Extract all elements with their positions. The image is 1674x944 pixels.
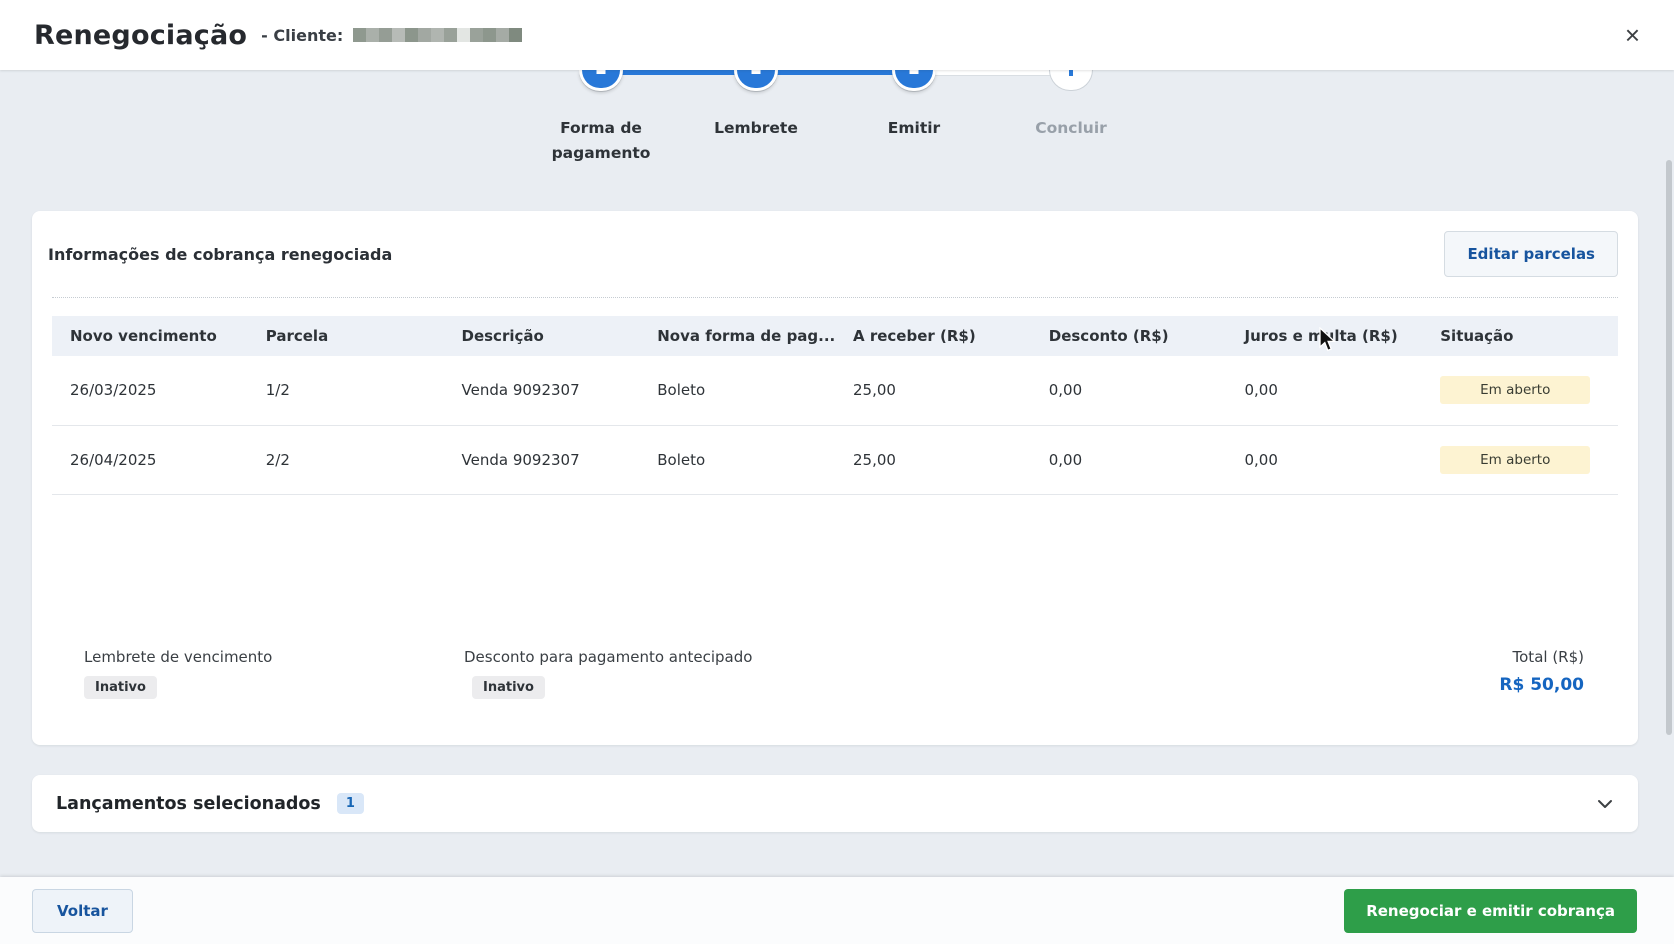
early-payment-discount-status-badge: Inativo — [472, 676, 545, 699]
col-novo-vencimento: Novo vencimento — [52, 316, 248, 356]
cell-a-receber: 25,00 — [835, 356, 1031, 425]
selected-entries-title: Lançamentos selecionados — [56, 794, 321, 814]
vertical-scrollbar[interactable] — [1666, 160, 1672, 735]
cell-situacao: Em aberto — [1422, 425, 1618, 494]
action-bar: Voltar Renegociar e emitir cobrança — [0, 877, 1674, 944]
close-icon[interactable]: × — [1619, 20, 1646, 50]
due-reminder-label: Lembrete de vencimento — [84, 648, 272, 666]
due-reminder-block: Lembrete de vencimento Inativo — [84, 648, 272, 699]
cell-novo-vencimento: 26/03/2025 — [52, 356, 248, 425]
card-title: Informações de cobrança renegociada — [48, 245, 392, 264]
col-descricao: Descrição — [444, 316, 640, 356]
cell-parcela: 1/2 — [248, 356, 444, 425]
step-label-forma-de-pagamento: Forma de pagamento — [546, 116, 656, 166]
cell-descricao: Venda 9092307 — [444, 356, 640, 425]
col-juros-multa: Juros e multa (R$) — [1227, 316, 1423, 356]
col-nova-forma: Nova forma de pag... — [639, 316, 835, 356]
cell-situacao: Em aberto — [1422, 356, 1618, 425]
cell-descricao: Venda 9092307 — [444, 425, 640, 494]
status-badge: Em aberto — [1440, 376, 1590, 404]
dialog-header: Renegociação - Cliente: × — [0, 0, 1674, 70]
col-situacao: Situação — [1422, 316, 1618, 356]
selected-entries-count-badge: 1 — [337, 793, 364, 814]
due-reminder-status-badge: Inativo — [84, 676, 157, 699]
table-header-row: Novo vencimento Parcela Descrição Nova f… — [52, 316, 1618, 356]
client-name-redacted — [353, 28, 522, 42]
total-value: R$ 50,00 — [1499, 675, 1584, 695]
status-badge: Em aberto — [1440, 446, 1590, 474]
cell-desconto: 0,00 — [1031, 356, 1227, 425]
step-circle-forma-de-pagamento — [579, 70, 623, 91]
step-label-concluir: Concluir — [1001, 116, 1141, 141]
early-payment-discount-block: Desconto para pagamento antecipado Inati… — [464, 648, 752, 699]
cell-novo-vencimento: 26/04/2025 — [52, 425, 248, 494]
cell-parcela: 2/2 — [248, 425, 444, 494]
col-parcela: Parcela — [248, 316, 444, 356]
step-label-lembrete: Lembrete — [686, 116, 826, 141]
col-a-receber: A receber (R$) — [835, 316, 1031, 356]
step-label-emitir: Emitir — [844, 116, 984, 141]
step-circle-emitir — [892, 70, 936, 91]
page-title: Renegociação — [34, 20, 247, 51]
card-header: Informações de cobrança renegociada Edit… — [52, 211, 1618, 298]
installments-table: Novo vencimento Parcela Descrição Nova f… — [52, 316, 1618, 495]
total-label: Total (R$) — [1499, 648, 1584, 666]
table-row[interactable]: 26/04/2025 2/2 Venda 9092307 Boleto 25,0… — [52, 425, 1618, 494]
cell-a-receber: 25,00 — [835, 425, 1031, 494]
early-payment-discount-label: Desconto para pagamento antecipado — [464, 648, 752, 666]
client-label: - Cliente: — [261, 26, 343, 45]
step-circle-concluir — [1049, 70, 1093, 91]
step-circle-lembrete — [734, 70, 778, 91]
total-block: Total (R$) R$ 50,00 — [1499, 648, 1584, 695]
back-button[interactable]: Voltar — [32, 889, 133, 933]
stepper-remaining-line — [914, 70, 1071, 76]
chevron-down-icon[interactable] — [1596, 795, 1614, 813]
col-desconto: Desconto (R$) — [1031, 316, 1227, 356]
selected-entries-panel[interactable]: Lançamentos selecionados 1 — [32, 775, 1638, 832]
renegotiated-billing-card: Informações de cobrança renegociada Edit… — [32, 211, 1638, 745]
cell-juros-multa: 0,00 — [1227, 356, 1423, 425]
card-footer-info: Lembrete de vencimento Inativo Desconto … — [84, 648, 1584, 710]
renegotiate-submit-button[interactable]: Renegociar e emitir cobrança — [1344, 889, 1637, 933]
table-row[interactable]: 26/03/2025 1/2 Venda 9092307 Boleto 25,0… — [52, 356, 1618, 425]
cell-desconto: 0,00 — [1031, 425, 1227, 494]
cell-nova-forma: Boleto — [639, 356, 835, 425]
cell-juros-multa: 0,00 — [1227, 425, 1423, 494]
edit-installments-button[interactable]: Editar parcelas — [1444, 231, 1618, 277]
cell-nova-forma: Boleto — [639, 425, 835, 494]
